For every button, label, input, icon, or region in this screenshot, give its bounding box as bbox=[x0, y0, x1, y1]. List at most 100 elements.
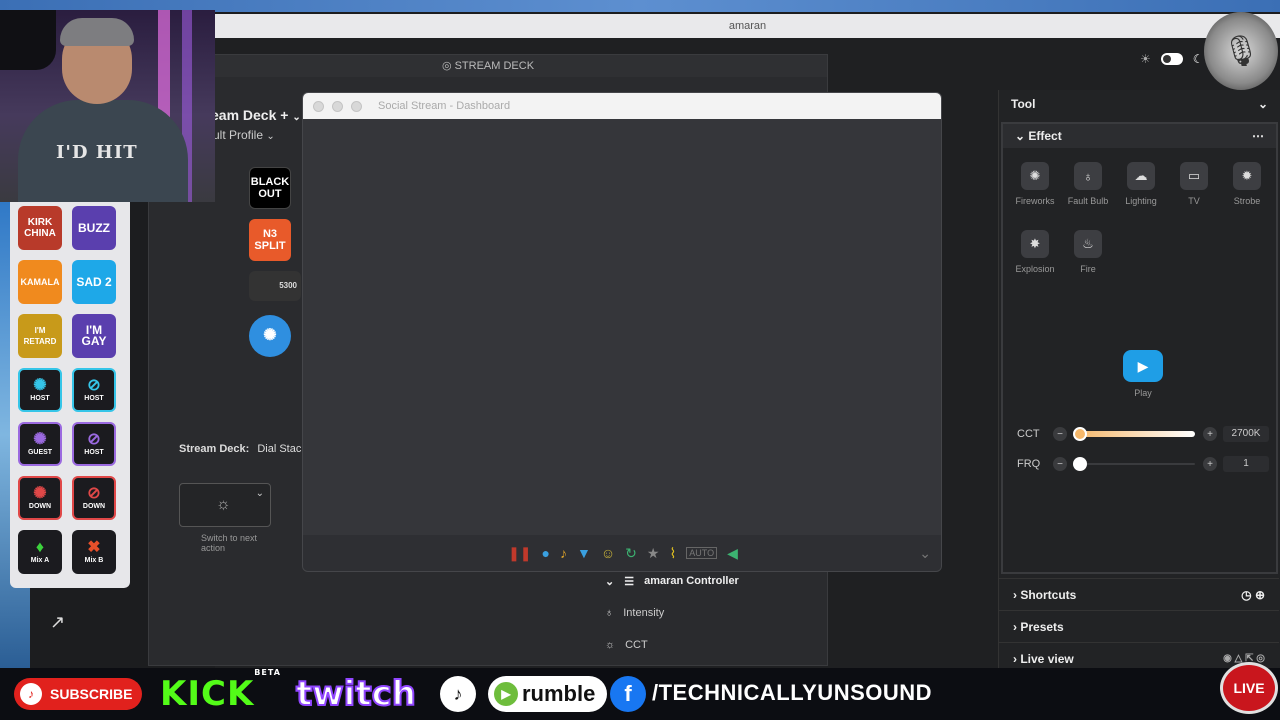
stream-deck-key-panel: KIRK CHINA BUZZ KAMALA SAD 2 I'M RETARD … bbox=[10, 202, 130, 588]
social-bar: ♪ SUBSCRIBE KICKBETA twitch ♪ ▶ rumble f /… bbox=[0, 668, 1280, 720]
sd-key-light[interactable]: ✺ bbox=[249, 315, 291, 357]
clock-icon[interactable]: ◷ bbox=[1241, 588, 1251, 602]
switch-hint: Switch to next action bbox=[201, 533, 258, 553]
plus-button[interactable]: + bbox=[1203, 427, 1217, 441]
maximize-window-button[interactable] bbox=[351, 100, 362, 112]
sun-icon[interactable]: ☀ bbox=[1140, 52, 1151, 66]
profile-selector[interactable]: ult Profile ⌄ bbox=[213, 128, 275, 142]
key-kirk-china[interactable]: KIRK CHINA bbox=[18, 206, 62, 250]
dial-stack-label: Stream Deck: Dial Stack bbox=[179, 443, 307, 455]
sd-key-cct[interactable]: 5300 bbox=[249, 271, 301, 301]
camera-off-icon: ⊘ bbox=[87, 484, 101, 502]
social-stream-window: Social Stream - Dashboard ❚❚ ● ♪ ▼ ☺ ↻ ★… bbox=[302, 92, 942, 572]
subscribe-button[interactable]: ♪ SUBSCRIBE bbox=[14, 678, 143, 710]
speaker-icon[interactable]: ◀ bbox=[727, 545, 738, 562]
list-item[interactable]: ♁ Intensity bbox=[591, 597, 829, 629]
star-icon[interactable]: ★ bbox=[647, 545, 660, 562]
bell-icon[interactable]: ♪ bbox=[560, 545, 567, 561]
key-retard[interactable]: I'M RETARD bbox=[18, 314, 62, 358]
frq-slider[interactable] bbox=[1073, 457, 1195, 471]
channel-handle: /TECHNICALLYUNSOUND bbox=[652, 680, 933, 705]
cct-row: CCT − + 2700K bbox=[1017, 426, 1269, 442]
tiktok-icon: ♪ bbox=[440, 676, 476, 712]
device-selector[interactable]: eam Deck + ⌄ bbox=[211, 107, 301, 123]
camera-icon: ✺ bbox=[33, 430, 47, 448]
effect-header[interactable]: ⌄ Effect ⋯ bbox=[1003, 124, 1276, 148]
dial-slot[interactable]: ☼ ⌄ bbox=[179, 483, 271, 527]
chevron-down-icon: ⌄ bbox=[266, 131, 275, 142]
key-host-on[interactable]: ✺ HOST bbox=[18, 368, 62, 412]
facebook-icon: f bbox=[610, 676, 646, 712]
filter-icon[interactable]: ▼ bbox=[577, 545, 591, 561]
effect-lighting[interactable]: ☁ Lighting bbox=[1115, 162, 1167, 206]
fireworks-icon: ✺ bbox=[1021, 162, 1049, 190]
minimize-window-button[interactable] bbox=[332, 100, 343, 112]
plus-button[interactable]: + bbox=[1203, 457, 1217, 471]
refresh-icon[interactable]: ↻ bbox=[625, 545, 637, 562]
key-host-off[interactable]: ⊘ HOST bbox=[72, 368, 116, 412]
add-icon[interactable]: ⊕ bbox=[1255, 588, 1265, 602]
chevron-down-icon: ⌄ bbox=[1257, 97, 1268, 111]
effect-section: ⌄ Effect ⋯ ✺ Fireworks ♁ Fault Bulb ☁ Lighti… bbox=[1001, 122, 1278, 574]
sd-key-n3-split[interactable]: N3 SPLIT bbox=[249, 219, 291, 261]
stream-deck-title: STREAM DECK bbox=[454, 60, 535, 72]
effect-tv[interactable]: ▭ TV bbox=[1168, 162, 1220, 206]
effect-explosion[interactable]: ✸ Explosion bbox=[1009, 230, 1061, 274]
tool-panel: Tool ⌄ ⌄ Effect ⋯ ✺ Fireworks ♁ Fault Bulb ☁… bbox=[998, 90, 1280, 668]
section-presets[interactable]: › Presets bbox=[999, 610, 1279, 642]
sun-icon: ☼ bbox=[216, 496, 231, 513]
auto-icon[interactable]: AUTO bbox=[686, 547, 718, 559]
broom-icon[interactable]: ⌇ bbox=[669, 545, 676, 562]
cct-value[interactable]: 2700K bbox=[1223, 426, 1269, 442]
sliders-icon: ☰ bbox=[624, 575, 635, 588]
chevron-down-icon: ⌄ bbox=[605, 575, 615, 588]
key-down-on[interactable]: ✺ DOWN bbox=[18, 476, 62, 520]
amaran-header-icons: ☀ ☾ bbox=[1140, 52, 1204, 66]
chevron-down-icon: ⌄ bbox=[292, 112, 301, 123]
minus-button[interactable]: − bbox=[1053, 457, 1067, 471]
fire-icon: ♨ bbox=[1074, 230, 1102, 258]
close-window-button[interactable] bbox=[313, 100, 324, 112]
eye-icon[interactable]: ◉ bbox=[1223, 653, 1232, 664]
sun-icon: ☼ bbox=[605, 639, 616, 651]
key-sad-2[interactable]: SAD 2 bbox=[72, 260, 116, 304]
key-guest-off[interactable]: ⊘ HOST bbox=[72, 422, 116, 466]
frq-value[interactable]: 1 bbox=[1223, 456, 1269, 472]
cct-slider-knob[interactable] bbox=[1073, 427, 1087, 441]
key-gay[interactable]: I'M GAY bbox=[72, 314, 116, 358]
cct-slider[interactable] bbox=[1073, 427, 1195, 441]
effect-fireworks[interactable]: ✺ Fireworks bbox=[1009, 162, 1061, 206]
sd-key-blackout[interactable]: BLACK OUT bbox=[249, 167, 291, 209]
effect-strobe[interactable]: ✹ Strobe bbox=[1221, 162, 1273, 206]
chevron-down-icon[interactable]: ⌄ bbox=[256, 488, 264, 499]
frq-slider-knob[interactable] bbox=[1073, 457, 1087, 471]
key-mix-a[interactable]: ♦ Mix A bbox=[18, 530, 62, 574]
frq-label: FRQ bbox=[1017, 458, 1041, 470]
key-kamala[interactable]: KAMALA bbox=[18, 260, 62, 304]
play-icon: ▶ bbox=[1137, 357, 1149, 374]
emoji-icon[interactable]: ☺ bbox=[601, 545, 615, 561]
theme-toggle[interactable] bbox=[1160, 53, 1183, 65]
key-guest-on[interactable]: ✺ GUEST bbox=[18, 422, 62, 466]
collapse-icon[interactable]: ⌄ bbox=[919, 545, 931, 562]
pause-icon[interactable]: ❚❚ bbox=[508, 545, 531, 562]
effect-fire[interactable]: ♨ Fire bbox=[1062, 230, 1114, 274]
bell-icon: ♪ bbox=[20, 683, 42, 705]
play-button[interactable]: ▶ bbox=[1123, 350, 1163, 382]
play-label: Play bbox=[1134, 388, 1152, 398]
list-item[interactable]: ☼ CCT bbox=[591, 629, 829, 661]
key-mix-b[interactable]: ✖ Mix B bbox=[72, 530, 116, 574]
webcam-overlay: I'D HIT bbox=[0, 10, 215, 202]
minus-button[interactable]: − bbox=[1053, 427, 1067, 441]
arrow-up-right-icon[interactable]: ↗ bbox=[50, 612, 65, 633]
key-buzz[interactable]: BUZZ bbox=[72, 206, 116, 250]
moon-icon[interactable]: ☾ bbox=[1193, 52, 1204, 66]
tool-header[interactable]: Tool ⌄ bbox=[999, 90, 1280, 118]
key-down-off[interactable]: ⊘ DOWN bbox=[72, 476, 116, 520]
kick-logo: KICKBETA bbox=[160, 667, 281, 714]
twitch-logo: twitch bbox=[295, 673, 417, 715]
section-shortcuts[interactable]: › Shortcuts ◷ ⊕ bbox=[999, 578, 1279, 610]
chat-icon[interactable]: ● bbox=[542, 545, 550, 561]
more-icon[interactable]: ⋯ bbox=[1252, 129, 1264, 143]
effect-fault-bulb[interactable]: ♁ Fault Bulb bbox=[1062, 162, 1114, 206]
